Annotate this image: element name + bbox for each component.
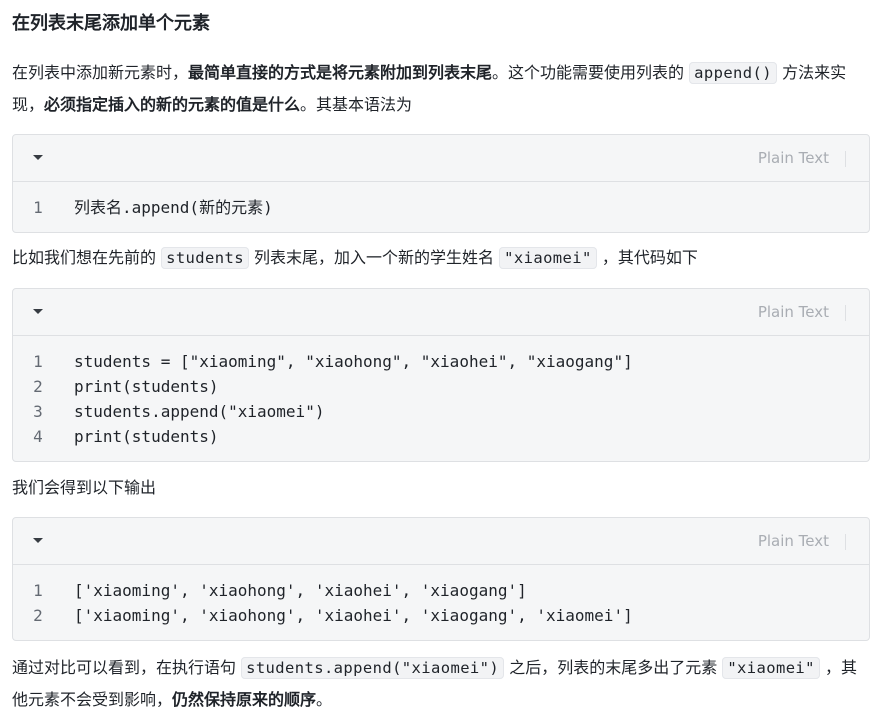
code-language-label[interactable]: Plain Text <box>758 148 829 168</box>
section-heading: 在列表末尾添加单个元素 <box>12 13 210 34</box>
code-block-header: Plain Text <box>13 518 869 565</box>
code-text: print(students) <box>74 427 219 446</box>
code-line: 1 students = ["xiaoming", "xiaohong", "xi… <box>13 349 869 374</box>
text: ，其代码如下 <box>596 248 698 267</box>
bold-text: 仍然保持原来的顺序 <box>172 690 317 709</box>
code-block-output: Plain Text 1 ['xiaoming', 'xiaohong', 'xi… <box>12 517 870 641</box>
line-number: 1 <box>33 198 43 217</box>
code-line: 1 列表名.append(新的元素) <box>13 195 869 220</box>
code-text: students.append("xiaomei") <box>74 402 325 421</box>
collapse-caret-icon[interactable] <box>33 155 43 160</box>
inline-code-xiaomei: "xiaomei" <box>722 657 820 679</box>
code-text: ['xiaoming', 'xiaohong', 'xiaohei', 'xia… <box>74 581 527 600</box>
code-language-label[interactable]: Plain Text <box>758 302 829 322</box>
text: 之后，列表的末尾多出了元素 <box>504 658 723 677</box>
paragraph-output-intro: 我们会得到以下输出 <box>12 472 870 503</box>
text: 在列表中添加新元素时， <box>12 63 189 82</box>
text: 列表末尾，加入一个新的学生姓名 <box>248 248 500 267</box>
text: 比如我们想在先前的 <box>12 248 162 267</box>
inline-code-append: append() <box>689 62 777 84</box>
text: 。其基本语法为 <box>300 95 413 114</box>
bold-text: 必须指定插入的新的元素的值是什么 <box>44 95 301 114</box>
code-line: 1 ['xiaoming', 'xiaohong', 'xiaohei', 'xi… <box>13 578 869 603</box>
code-text: 列表名.append(新的元素) <box>74 198 273 217</box>
inline-code-xiaomei: "xiaomei" <box>499 247 597 269</box>
inline-code-append-call: students.append("xiaomei") <box>241 657 505 679</box>
collapse-caret-icon[interactable] <box>33 538 43 543</box>
text: 我们会得到以下输出 <box>12 478 157 497</box>
code-line: 2 ['xiaoming', 'xiaohong', 'xiaohei', 'xi… <box>13 603 869 628</box>
code-block-header: Plain Text <box>13 135 869 182</box>
divider <box>845 151 846 167</box>
code-text: print(students) <box>74 377 219 396</box>
code-text: ['xiaoming', 'xiaohong', 'xiaohei', 'xia… <box>74 606 633 625</box>
line-number: 1 <box>33 581 43 600</box>
code-block-syntax: Plain Text 1 列表名.append(新的元素) <box>12 134 870 233</box>
collapse-caret-icon[interactable] <box>33 309 43 314</box>
code-line: 3 students.append("xiaomei") <box>13 399 869 424</box>
line-number: 4 <box>33 427 43 446</box>
text: 。这个功能需要使用列表的 <box>492 63 690 82</box>
divider <box>845 534 846 550</box>
paragraph-example: 比如我们想在先前的 students 列表末尾，加入一个新的学生姓名 "xiao… <box>12 242 870 274</box>
code-text: students = ["xiaoming", "xiaohong", "xia… <box>74 352 633 371</box>
code-body: 1 列表名.append(新的元素) <box>13 182 869 232</box>
divider <box>845 305 846 321</box>
text: 通过对比可以看到，在执行语句 <box>12 658 242 677</box>
code-block-header: Plain Text <box>13 289 869 336</box>
code-body: 1 ['xiaoming', 'xiaohong', 'xiaohei', 'xi… <box>13 565 869 640</box>
line-number: 1 <box>33 352 43 371</box>
paragraph-conclusion: 通过对比可以看到，在执行语句 students.append("xiaomei"… <box>12 652 870 715</box>
code-block-example: Plain Text 1 students = ["xiaoming", "xia… <box>12 288 870 462</box>
code-body: 1 students = ["xiaoming", "xiaohong", "xi… <box>13 336 869 461</box>
text: 。 <box>316 690 333 709</box>
line-number: 3 <box>33 402 43 421</box>
code-language-label[interactable]: Plain Text <box>758 531 829 551</box>
bold-text: 最简单直接的方式是将元素附加到列表末尾 <box>188 63 493 82</box>
code-line: 4 print(students) <box>13 424 869 449</box>
line-number: 2 <box>33 377 43 396</box>
inline-code-students: students <box>161 247 249 269</box>
paragraph-intro: 在列表中添加新元素时，最简单直接的方式是将元素附加到列表末尾。这个功能需要使用列… <box>12 57 870 120</box>
code-line: 2 print(students) <box>13 374 869 399</box>
line-number: 2 <box>33 606 43 625</box>
